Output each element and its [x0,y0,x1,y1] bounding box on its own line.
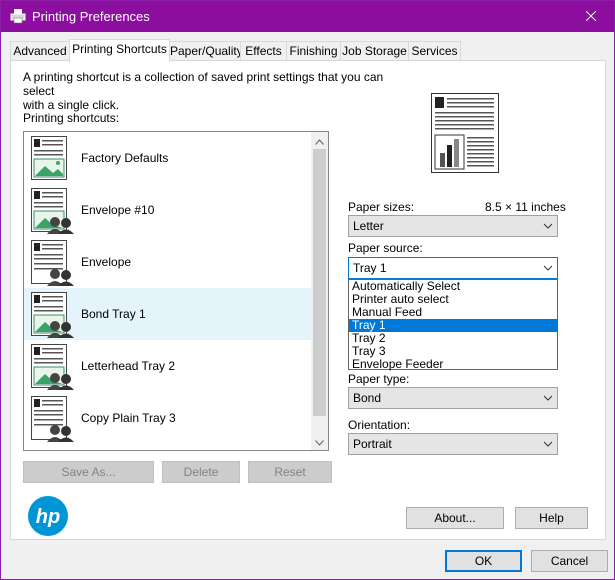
paper-type-select[interactable]: Bond [348,387,558,409]
shortcut-name: Copy Plain Tray 3 [81,411,176,425]
shortcut-name: Bond Tray 1 [81,307,146,321]
option-envelope-feeder[interactable]: Envelope Feeder [349,358,557,371]
delete-button[interactable]: Delete [162,461,240,483]
tab-advanced[interactable]: Advanced [10,41,70,60]
paper-sizes-label: Paper sizes: [348,200,415,214]
intro-text: A printing shortcut is a collection of s… [23,70,384,112]
printing-preferences-window: Printing Preferences Advanced Printing S… [0,0,615,580]
shortcut-bond-tray-1[interactable]: Bond Tray 1 [24,288,312,340]
printer-icon [10,8,26,27]
document-users-icon [31,188,75,237]
tab-paper-quality[interactable]: Paper/Quality [169,41,243,60]
document-users-icon [31,240,75,289]
tab-effects[interactable]: Effects [240,41,287,60]
shortcut-name: Factory Defaults [81,151,169,165]
about-button[interactable]: About... [406,507,504,529]
orientation-select[interactable]: Portrait [348,433,558,455]
shortcut-name: Letterhead Tray 2 [81,359,176,373]
chevron-down-icon [315,435,324,449]
chevron-down-icon [543,262,553,276]
chevron-down-icon [543,220,553,234]
document-users-icon [31,344,75,393]
document-landscape-icon [31,136,67,183]
window-title: Printing Preferences [32,9,150,24]
shortcut-envelope-10[interactable]: Envelope #10 [24,184,312,236]
paper-source-dropdown[interactable]: Automatically Select Printer auto select… [348,279,558,371]
paper-sizes-select[interactable]: Letter [348,215,558,237]
document-users-icon [31,292,75,341]
paper-type-label: Paper type: [348,372,410,386]
document-users-icon [31,396,75,445]
shortcuts-list[interactable]: Factory Defaults Envelope #10 Envelope B… [23,131,329,451]
tab-job-storage[interactable]: Job Storage [340,41,409,60]
orientation-label: Orientation: [348,418,411,432]
close-button[interactable] [568,1,614,32]
page-preview-icon [431,93,499,176]
shortcuts-label: Printing shortcuts: [23,111,120,125]
save-as-button[interactable]: Save As... [23,461,154,483]
shortcut-factory-defaults[interactable]: Factory Defaults [24,132,312,184]
chevron-down-icon [543,438,553,452]
tab-services[interactable]: Services [408,41,461,60]
help-button[interactable]: Help [515,507,588,529]
reset-button[interactable]: Reset [248,461,332,483]
paper-source-select[interactable]: Tray 1 [348,257,558,279]
title-bar: Printing Preferences [1,1,614,32]
cancel-button[interactable]: Cancel [531,550,608,572]
shortcuts-scrollbar[interactable] [311,132,328,450]
svg-text:hp: hp [36,506,60,528]
shortcut-envelope[interactable]: Envelope [24,236,312,288]
chevron-up-icon [315,134,324,148]
scroll-down-button[interactable] [311,433,328,450]
close-icon [585,10,597,24]
shortcut-letterhead-tray-2[interactable]: Letterhead Tray 2 [24,340,312,392]
tab-finishing[interactable]: Finishing [286,41,341,60]
scroll-thumb[interactable] [313,149,326,416]
shortcut-copy-plain-tray-3[interactable]: Copy Plain Tray 3 [24,392,312,444]
paper-size-dimension: 8.5 × 11 inches [485,200,566,214]
shortcut-name: Envelope [81,255,132,269]
tab-printing-shortcuts[interactable]: Printing Shortcuts [69,39,170,62]
printing-shortcuts-panel: A printing shortcut is a collection of s… [10,60,606,540]
paper-source-label: Paper source: [348,241,423,255]
ok-button[interactable]: OK [445,550,522,572]
chevron-down-icon [543,392,553,406]
shortcut-name: Envelope #10 [81,203,155,217]
hp-logo-icon: hp [27,495,69,540]
scroll-up-button[interactable] [311,132,328,149]
